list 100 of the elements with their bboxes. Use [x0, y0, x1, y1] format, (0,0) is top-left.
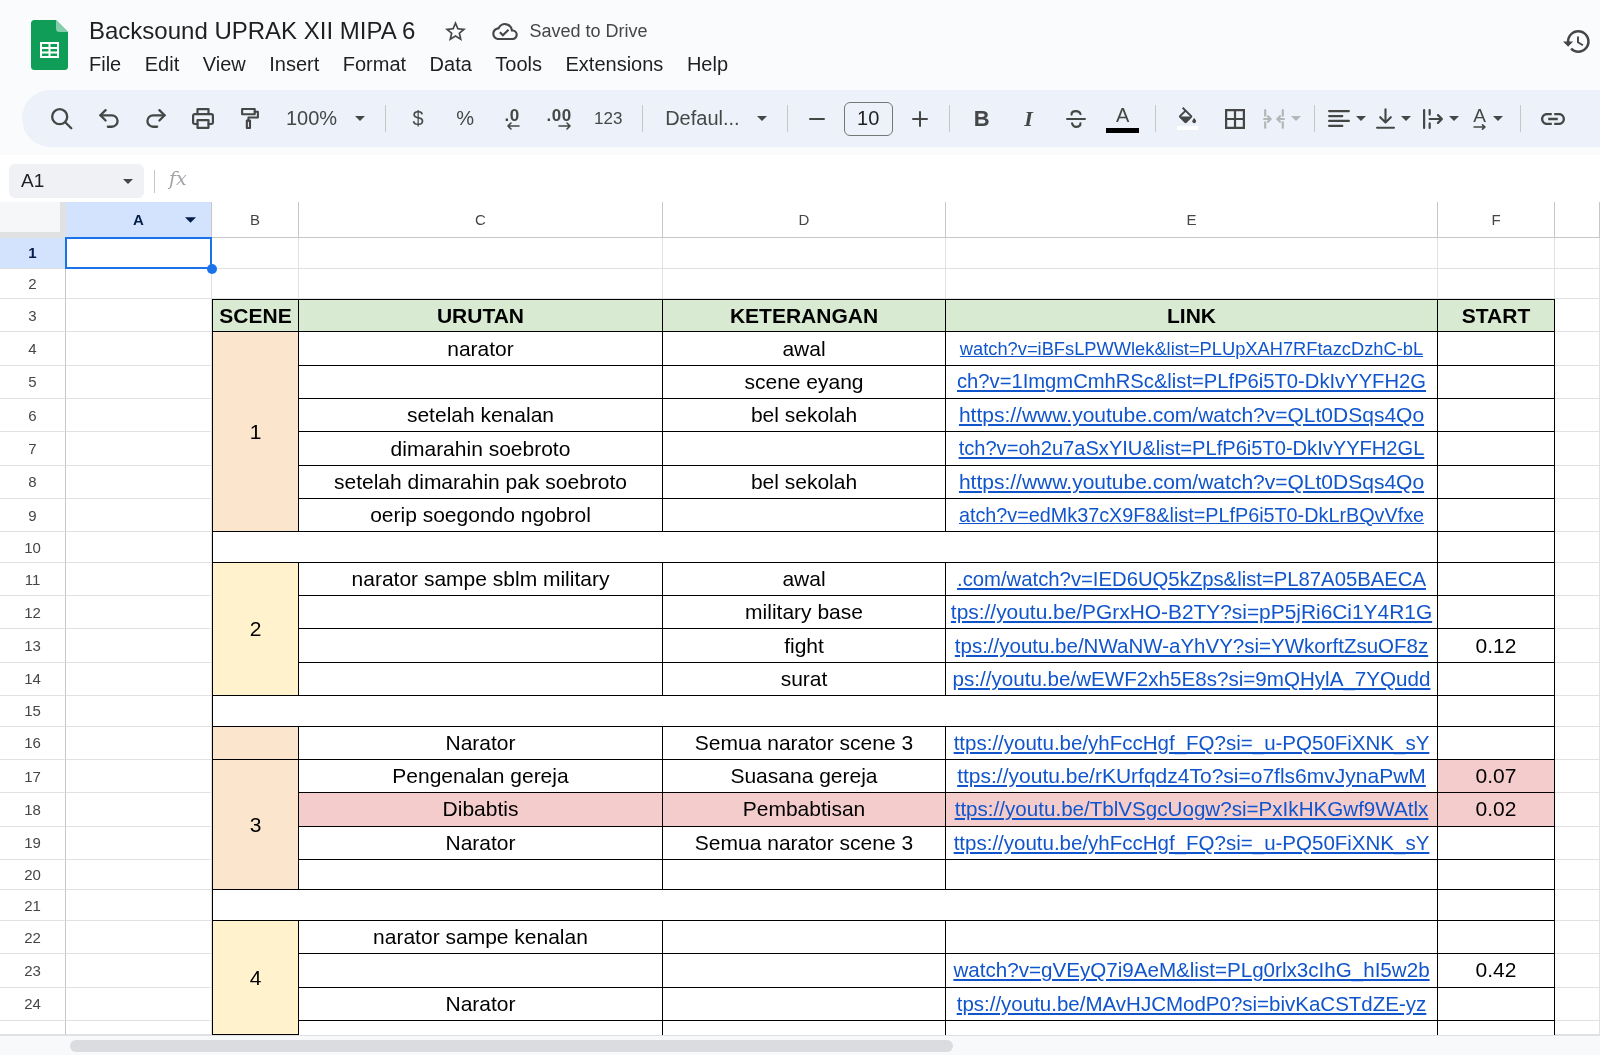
column-header[interactable]: D	[663, 202, 946, 238]
spreadsheet-icon[interactable]	[31, 20, 68, 70]
table-cell: 0.12	[1438, 629, 1555, 663]
row-header[interactable]: 5	[0, 365, 66, 400]
menu-item[interactable]: Tools	[495, 50, 543, 78]
row-header[interactable]: 8	[0, 465, 66, 499]
scrollbar-thumb[interactable]	[70, 1039, 953, 1052]
row-header[interactable]: 12	[0, 596, 66, 630]
row-header[interactable]: 7	[0, 432, 66, 466]
row-header[interactable]: 22	[0, 921, 66, 955]
caret-icon	[1492, 116, 1503, 121]
text-color-button[interactable]: A	[1102, 100, 1143, 137]
link[interactable]: watch?v=iBFsLPWWlek&list=PLUpXAH7RFtazcDzhC-bL	[959, 337, 1424, 360]
search-icon	[51, 107, 73, 130]
row-header[interactable]: 24	[0, 987, 66, 1021]
name-box[interactable]: A1	[9, 164, 144, 198]
link[interactable]: ps://youtu.be/wEWF2xh5E8s?si=9mQHylA_7YQudd	[952, 666, 1431, 691]
scene-cell: 4	[212, 921, 299, 1035]
caret-icon	[355, 116, 366, 121]
table-cell: 0.07	[1438, 759, 1555, 794]
link[interactable]: tps://youtu.be/MAvHJCModP0?si=bivKaCSTdZE-yz	[956, 991, 1427, 1016]
link[interactable]: .com/watch?v=IED6UQ5kZps&list=PL87A05BAECA	[957, 567, 1426, 591]
zoom-select[interactable]: 100%	[277, 100, 374, 137]
font-size-field[interactable]: 10	[843, 101, 893, 136]
link[interactable]: watch?v=gVEyQ7i9AeM&list=PLg0rlx3cIhG_hI5w2b	[953, 958, 1430, 983]
row-header[interactable]: 18	[0, 793, 66, 827]
menu-item[interactable]: Format	[342, 50, 407, 78]
column-header[interactable]: C	[299, 202, 663, 238]
row-header[interactable]: 6	[0, 399, 66, 433]
bold-button[interactable]: B	[961, 100, 1002, 137]
table-cell: setelah dimarahin pak soebroto	[299, 465, 663, 499]
column-header[interactable]: B	[212, 202, 299, 238]
link[interactable]: https://www.youtube.com/watch?v=QLt0DSqs4Qo	[958, 469, 1425, 494]
row-header[interactable]: 9	[0, 498, 66, 533]
table-cell: Suasana gereja	[663, 759, 946, 794]
menu-item[interactable]: Edit	[144, 50, 180, 78]
link[interactable]: tch?v=oh2u7aSxYIU&list=PLfP6i5T0-DkIvYYFH2GL	[958, 437, 1425, 460]
font-select[interactable]: Defaul...	[655, 100, 775, 137]
fill-handle[interactable]	[207, 263, 217, 274]
table-header-cell: KETERANGAN	[663, 299, 946, 333]
menu-item[interactable]: Data	[429, 50, 472, 78]
link[interactable]: ch?v=1ImgmCmhRSc&list=PLfP6i5T0-DkIvYYFH2G	[957, 370, 1426, 394]
menu-item[interactable]: View	[202, 50, 246, 78]
row-header[interactable]: 2	[0, 268, 66, 300]
menu-item[interactable]: Extensions	[565, 50, 664, 78]
undo-icon	[99, 109, 119, 128]
row-header[interactable]: 23	[0, 954, 66, 988]
paint-bucket-icon	[1177, 107, 1199, 130]
table-cell: setelah kenalan	[299, 399, 663, 433]
table-cell: bel sekolah	[663, 399, 946, 433]
document-title[interactable]: Backsound UPRAK XII MIPA 6	[89, 16, 416, 46]
scene-cell: 1	[212, 332, 299, 533]
link[interactable]: https://www.youtube.com/watch?v=QLt0DSqs4Qo	[958, 403, 1425, 428]
row-header[interactable]: 11	[0, 562, 66, 597]
row-header[interactable]: 13	[0, 629, 66, 663]
row-header[interactable]: 17	[0, 759, 66, 794]
align-bottom-icon	[1376, 108, 1396, 129]
link[interactable]: ttps://youtu.be/yhFccHgf_FQ?si=_u-PQ50FiXNK_sY	[953, 730, 1430, 755]
table-cell: 0.42	[1438, 954, 1555, 988]
menu-item[interactable]: File	[89, 50, 122, 78]
selected-cell[interactable]	[65, 237, 212, 269]
link[interactable]: ttps://youtu.be/rKUrfqdz4To?si=o7fls6mvJynaPwM	[957, 764, 1426, 789]
row-header[interactable]: 1	[0, 238, 66, 269]
row-header[interactable]: 20	[0, 859, 66, 891]
row-header[interactable]: 14	[0, 662, 66, 697]
number-format-button[interactable]: 123	[586, 100, 631, 137]
row-header[interactable]: 10	[0, 532, 66, 563]
row-header[interactable]: 4	[0, 332, 66, 366]
link[interactable]: ttps://youtu.be/TblVSgcUogw?si=PxIkHKGwf9WAtlx	[954, 797, 1429, 822]
link[interactable]: tps://youtu.be/PGrxHO-B2TY?si=pP5jRi6Ci1Y4R1G	[950, 600, 1433, 625]
link[interactable]: ttps://youtu.be/yhFccHgf_FQ?si=_u-PQ50FiXNK_sY	[953, 830, 1430, 855]
row-header[interactable]: 21	[0, 890, 66, 921]
link[interactable]: tps://youtu.be/NWaNW-aYhVY?si=YWkorftZsuOF8z	[954, 633, 1429, 658]
increase-decimal-button[interactable]: .00	[539, 100, 580, 137]
strikethrough-icon	[1065, 109, 1086, 128]
link[interactable]: atch?v=edMk37cX9F8&list=PLfP6i5T0-DkLrBQvVfxe	[958, 503, 1425, 527]
table-cell: oerip soegondo ngobrol	[299, 498, 663, 533]
text-rotation-button[interactable]: A	[1467, 100, 1508, 137]
row-header[interactable]: 19	[0, 826, 66, 860]
history-button[interactable]	[1562, 27, 1592, 55]
table-header-cell: SCENE	[212, 299, 299, 333]
menu-item[interactable]: Insert	[269, 50, 320, 78]
arrow-left-icon	[505, 122, 520, 130]
column-header[interactable]: F	[1438, 202, 1555, 238]
percent-format-button[interactable]: %	[445, 100, 486, 137]
currency-format-button[interactable]: $	[398, 100, 439, 137]
row-header[interactable]: 16	[0, 726, 66, 760]
row-header[interactable]: 15	[0, 696, 66, 727]
row-header[interactable]: 3	[0, 299, 66, 333]
align-left-icon	[1327, 110, 1350, 127]
caret-icon	[1401, 116, 1412, 121]
caret-icon	[123, 178, 133, 184]
table-cell: Narator	[299, 726, 663, 760]
italic-button[interactable]: I	[1008, 100, 1049, 137]
column-header[interactable]: A	[66, 202, 212, 238]
decrease-decimal-button[interactable]: .0	[492, 100, 533, 137]
arrow-right-icon	[557, 122, 572, 130]
column-header[interactable]: E	[946, 202, 1438, 238]
caret-icon	[756, 116, 767, 121]
menu-item[interactable]: Help	[686, 50, 728, 78]
